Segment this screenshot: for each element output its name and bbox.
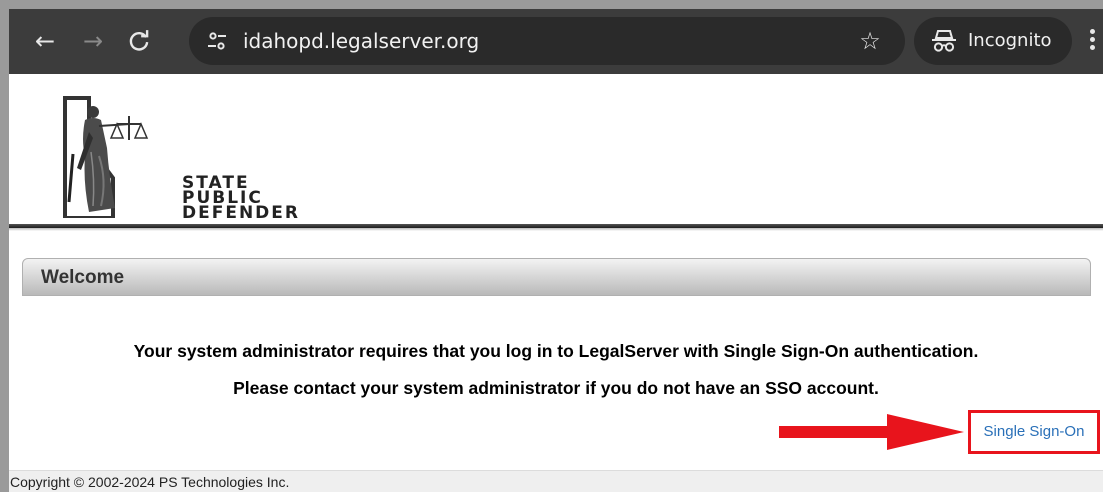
welcome-title: Welcome	[41, 267, 125, 288]
reload-icon[interactable]	[125, 27, 153, 55]
welcome-panel-header: Welcome	[22, 258, 1091, 296]
red-arrow-annotation	[779, 414, 964, 450]
site-info-icon[interactable]	[205, 29, 229, 53]
incognito-badge[interactable]: Incognito	[914, 17, 1072, 65]
page-content: STATE PUBLIC DEFENDER Welcome Your syste…	[9, 74, 1103, 492]
footer: Copyright © 2002-2024 PS Technologies In…	[9, 470, 1103, 492]
back-icon[interactable]: ←	[31, 27, 59, 55]
sso-highlight-box: Single Sign-On	[968, 410, 1100, 454]
kebab-menu-icon[interactable]	[1086, 26, 1098, 56]
url-text[interactable]: idahopd.legalserver.org	[243, 17, 479, 65]
forward-icon[interactable]: →	[79, 27, 107, 55]
address-bar[interactable]: idahopd.legalserver.org ☆	[189, 17, 905, 65]
state-public-defender-logo: STATE PUBLIC DEFENDER	[55, 96, 298, 222]
logo-wordmark: STATE PUBLIC DEFENDER	[182, 173, 300, 223]
incognito-icon	[930, 29, 958, 53]
browser-toolbar: ← → idahopd.legalserver.org ☆ Incognito	[9, 9, 1103, 74]
bookmark-star-icon[interactable]: ☆	[855, 26, 885, 56]
incognito-label: Incognito	[968, 30, 1052, 51]
single-sign-on-link[interactable]: Single Sign-On	[971, 413, 1097, 451]
sso-requirement-message: Your system administrator requires that …	[133, 341, 979, 361]
copyright-text: Copyright © 2002-2024 PS Technologies In…	[10, 474, 290, 490]
header-divider-shadow	[9, 228, 1103, 231]
sso-contact-message: Please contact your system administrator…	[233, 378, 879, 398]
